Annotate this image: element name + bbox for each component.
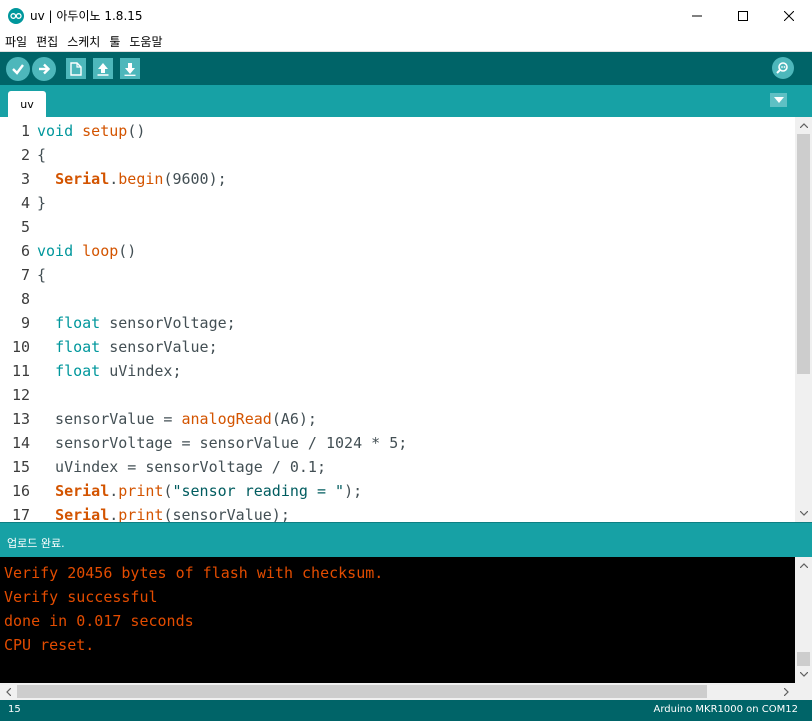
toolbar [0, 52, 812, 85]
console-scroll-up-button[interactable] [795, 557, 812, 574]
tab-menu-button[interactable] [770, 93, 787, 107]
code-line: void loop() [37, 242, 137, 260]
code-line: Serial.print("sensor reading = "); [55, 482, 363, 500]
line-number: 6 [20, 242, 30, 260]
line-number-gutter: 1 2 3 4 5 6 7 8 9 10 11 12 13 14 15 16 1… [0, 117, 36, 522]
line-number: 2 [20, 146, 30, 164]
chevron-right-icon [784, 687, 789, 696]
upload-icon [39, 63, 51, 74]
maximize-button[interactable] [720, 0, 766, 31]
verify-button[interactable] [6, 56, 30, 81]
line-number: 4 [20, 194, 30, 212]
console-scroll-left-button[interactable] [0, 683, 17, 700]
line-number: 8 [20, 290, 30, 308]
board-port-info: Arduino MKR1000 on COM12 [653, 704, 798, 715]
code-line: } [37, 194, 47, 212]
chevron-up-icon [799, 123, 808, 128]
maximize-icon [738, 10, 748, 21]
console-vscroll-thumb[interactable] [797, 652, 810, 666]
menu-bar: 파일 편집 스케치 툴 도움말 [0, 31, 812, 52]
line-number: 3 [20, 170, 30, 188]
line-number: 7 [20, 266, 30, 284]
line-number: 12 [11, 386, 30, 404]
line-number: 11 [11, 362, 30, 380]
menu-tools[interactable]: 툴 [104, 33, 124, 50]
new-icon [70, 61, 82, 76]
menu-edit[interactable]: 편집 [31, 33, 62, 50]
upload-button[interactable] [32, 56, 56, 81]
code-line: Serial.begin(9600); [55, 170, 227, 188]
arduino-logo-icon [8, 7, 24, 24]
console-hscroll-thumb[interactable] [17, 685, 707, 698]
code-line: float uVindex; [55, 362, 182, 380]
console-line: CPU reset. [4, 636, 95, 654]
console-vscrollbar[interactable] [795, 557, 812, 683]
minimize-button[interactable] [674, 0, 720, 31]
minimize-icon [692, 15, 702, 16]
open-icon [97, 62, 109, 76]
console-line: done in 0.017 seconds [4, 612, 194, 630]
chevron-up-icon [799, 563, 808, 568]
line-number: 10 [11, 338, 30, 356]
code-line: uVindex = sensorVoltage / 0.1; [37, 458, 326, 476]
serial-monitor-button[interactable] [772, 57, 794, 79]
close-button[interactable] [766, 0, 812, 31]
status-strip: 업로드 완료. [0, 522, 812, 557]
status-message: 업로드 완료. [7, 537, 65, 550]
close-icon [784, 10, 794, 21]
tab-uv[interactable]: uv [8, 91, 46, 117]
chevron-down-icon [799, 672, 808, 677]
code-line: sensorVoltage = sensorValue / 1024 * 5; [37, 434, 408, 452]
serial-monitor-icon [776, 62, 788, 74]
scroll-up-button[interactable] [795, 117, 812, 134]
new-button[interactable] [66, 58, 86, 79]
bottom-status-bar: 15 Arduino MKR1000 on COM12 [0, 700, 812, 721]
menu-file[interactable]: 파일 [0, 33, 31, 50]
scrollbar-corner [795, 683, 812, 700]
scroll-down-button[interactable] [795, 505, 812, 522]
menu-help[interactable]: 도움말 [124, 33, 166, 50]
menu-sketch[interactable]: 스케치 [62, 33, 104, 50]
code-line: { [37, 266, 47, 284]
editor-scrollbar[interactable] [795, 117, 812, 522]
chevron-down-icon [799, 511, 808, 516]
open-button[interactable] [93, 58, 113, 79]
code-line: sensorValue = analogRead(A6); [37, 410, 317, 428]
window-title: uv | 아두이노 1.8.15 [30, 9, 143, 23]
line-number: 16 [11, 482, 30, 500]
code-line: void setup() [37, 122, 146, 140]
console-hscrollbar[interactable] [0, 683, 795, 700]
console-scroll-down-button[interactable] [795, 666, 812, 683]
save-icon [124, 62, 136, 76]
line-number: 15 [11, 458, 30, 476]
line-number: 9 [20, 314, 30, 332]
console-line: Verify successful [4, 588, 158, 606]
line-number: 5 [20, 218, 30, 236]
console-output[interactable]: Verify 20456 bytes of flash with checksu… [0, 557, 812, 700]
code-line: Serial.print(sensorValue); [55, 506, 290, 522]
console-scroll-right-button[interactable] [778, 683, 795, 700]
chevron-left-icon [6, 687, 11, 696]
title-bar: uv | 아두이노 1.8.15 [0, 0, 812, 31]
scroll-thumb[interactable] [797, 134, 810, 374]
console-line: Verify 20456 bytes of flash with checksu… [4, 564, 384, 582]
save-button[interactable] [120, 58, 140, 79]
code-line: float sensorValue; [55, 338, 218, 356]
code-line: { [37, 146, 47, 164]
verify-icon [12, 63, 24, 75]
line-number: 17 [11, 506, 30, 522]
line-number: 1 [20, 122, 30, 140]
code-line: float sensorVoltage; [55, 314, 236, 332]
code-editor[interactable]: 1 2 3 4 5 6 7 8 9 10 11 12 13 14 15 16 1… [0, 117, 812, 522]
current-line-number: 15 [8, 704, 21, 715]
tab-bar: uv [0, 85, 812, 117]
chevron-down-icon [773, 97, 784, 103]
line-number: 13 [11, 410, 30, 428]
line-number: 14 [11, 434, 30, 452]
